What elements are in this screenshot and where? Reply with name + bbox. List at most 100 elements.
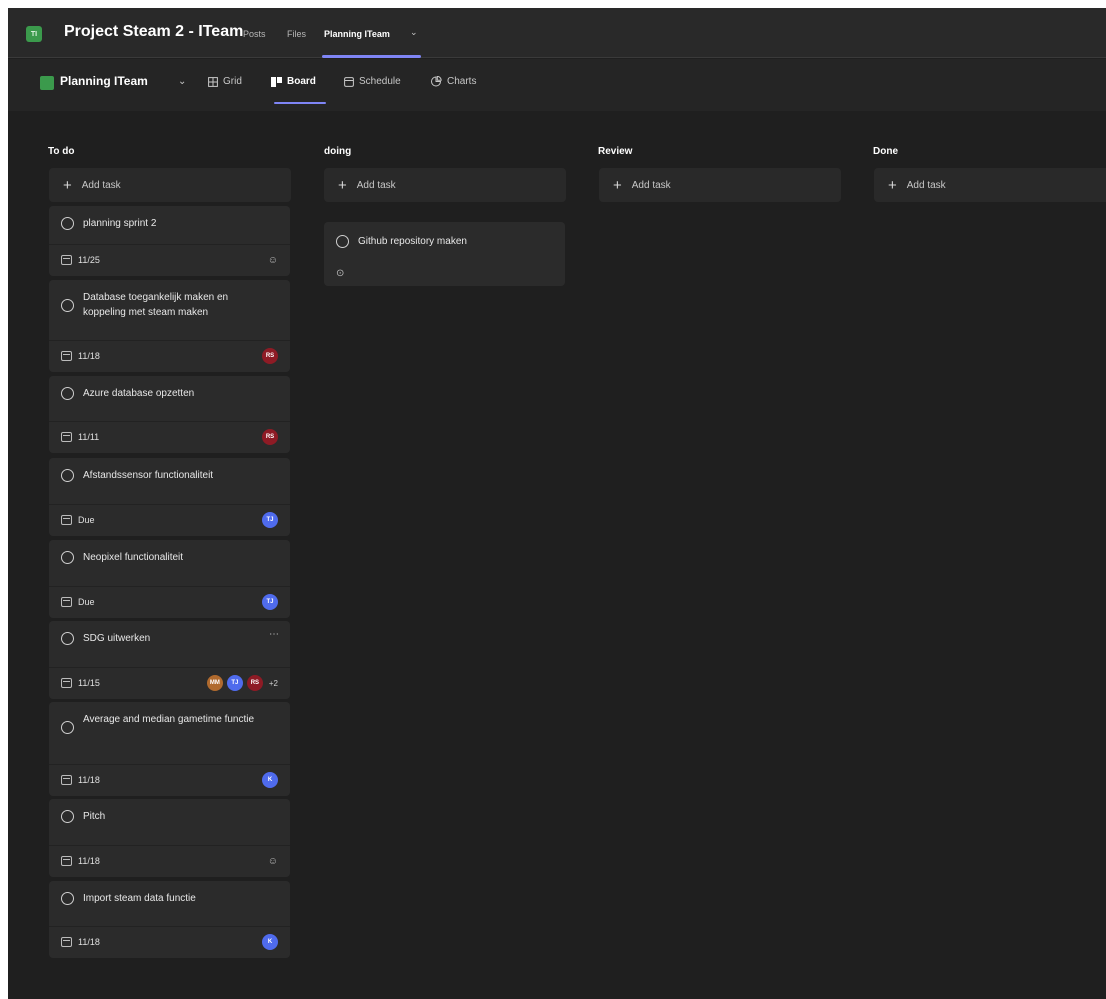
calendar-icon	[61, 255, 72, 265]
calendar-icon	[61, 432, 72, 442]
due-date: 11/25	[78, 255, 100, 265]
view-tab-grid[interactable]: Grid	[208, 76, 242, 87]
calendar-icon	[61, 937, 72, 947]
charts-icon	[431, 76, 442, 87]
team-header-bar: TI Project Steam 2 - ITeam Posts Files P…	[8, 8, 1106, 58]
complete-task-checkbox[interactable]	[61, 299, 74, 312]
complete-task-checkbox[interactable]	[61, 810, 74, 823]
complete-task-checkbox[interactable]	[61, 387, 74, 400]
complete-task-checkbox[interactable]	[61, 217, 74, 230]
due-date: 11/15	[78, 678, 100, 688]
active-tab-indicator	[322, 55, 421, 58]
complete-task-checkbox[interactable]	[336, 235, 349, 248]
avatar[interactable]: TJ	[262, 594, 278, 610]
more-options-icon[interactable]: ⋯	[269, 629, 280, 640]
view-tab-charts[interactable]: Charts	[431, 76, 476, 87]
avatar[interactable]: RS	[262, 429, 278, 445]
task-title: Azure database opzetten	[83, 388, 195, 399]
avatar[interactable]: MM	[206, 675, 223, 691]
board-icon	[271, 76, 282, 87]
due-date: 11/11	[78, 432, 100, 442]
calendar-icon	[61, 515, 72, 525]
add-task-button-doing[interactable]: + Add task	[324, 168, 566, 202]
view-tab-label: Schedule	[359, 76, 401, 87]
assign-person-icon[interactable]: ☺	[268, 255, 278, 266]
team-title: Project Steam 2 - ITeam	[64, 23, 244, 40]
complete-task-checkbox[interactable]	[61, 551, 74, 564]
task-title: Pitch	[83, 811, 106, 822]
plan-name[interactable]: Planning ITeam	[60, 74, 148, 88]
calendar-icon	[61, 678, 72, 688]
due-date: Due	[78, 597, 95, 607]
task-title: Afstandssensor functionaliteit	[83, 470, 214, 481]
plus-icon: +	[613, 176, 622, 194]
active-view-indicator	[274, 102, 326, 104]
due-date: 11/18	[78, 775, 100, 785]
column-title-done[interactable]: Done	[873, 146, 898, 157]
due-date: 11/18	[78, 856, 100, 866]
avatar[interactable]: TJ	[262, 512, 278, 528]
calendar-icon	[61, 597, 72, 607]
plus-icon: +	[63, 176, 72, 194]
due-date: 11/18	[78, 351, 100, 361]
add-task-button-todo[interactable]: + Add task	[49, 168, 291, 202]
tab-files[interactable]: Files	[287, 29, 306, 39]
task-title: Neopixel functionaliteit	[83, 552, 184, 563]
task-card[interactable]: Average and median gametime functie 11/1…	[49, 702, 290, 796]
avatar[interactable]: RS	[246, 675, 263, 691]
task-card[interactable]: Import steam data functie 11/18 K	[49, 881, 290, 958]
task-title: Github repository maken	[358, 236, 467, 247]
planner-toolbar	[8, 59, 1106, 111]
complete-task-checkbox[interactable]	[61, 469, 74, 482]
task-card[interactable]: Azure database opzetten 11/11 RS	[49, 376, 290, 453]
complete-task-checkbox[interactable]	[61, 632, 74, 645]
schedule-icon	[344, 76, 354, 87]
plan-icon	[40, 76, 54, 90]
add-task-label: Add task	[356, 179, 396, 191]
add-task-label: Add task	[906, 179, 946, 191]
chevron-down-icon[interactable]: ⌄	[410, 27, 418, 38]
task-card[interactable]: Database toegankelijk maken en koppeling…	[49, 280, 290, 372]
task-card[interactable]: Github repository maken ⊙	[324, 222, 565, 286]
view-tab-label: Charts	[447, 76, 477, 87]
task-title: Average and median gametime functie	[83, 714, 255, 725]
column-title-review[interactable]: Review	[598, 146, 632, 157]
column-title-todo[interactable]: To do	[48, 146, 74, 157]
assign-person-icon[interactable]: ☺	[268, 856, 278, 867]
task-card[interactable]: Neopixel functionaliteit Due TJ	[49, 540, 290, 618]
view-tab-label: Board	[287, 76, 316, 87]
due-date: 11/18	[78, 937, 100, 947]
task-card[interactable]: Afstandssensor functionaliteit Due TJ	[49, 458, 290, 536]
complete-task-checkbox[interactable]	[61, 721, 74, 734]
add-task-button-review[interactable]: + Add task	[599, 168, 841, 202]
chevron-down-icon[interactable]: ⌄	[178, 76, 186, 87]
task-card[interactable]: Pitch 11/18 ☺	[49, 799, 290, 877]
avatar[interactable]: K	[262, 772, 278, 788]
add-task-button-done[interactable]: + Add task	[874, 168, 1106, 202]
task-card[interactable]: planning sprint 2 11/25 ☺	[49, 206, 290, 276]
due-date: Due	[78, 515, 95, 525]
grid-icon	[208, 76, 218, 87]
avatar[interactable]: TJ	[226, 675, 243, 691]
avatar[interactable]: RS	[262, 348, 278, 364]
view-tab-schedule[interactable]: Schedule	[344, 76, 401, 87]
task-title: SDG uitwerken	[83, 633, 151, 644]
teams-window: TI Project Steam 2 - ITeam Posts Files P…	[8, 8, 1106, 999]
complete-task-checkbox[interactable]	[61, 892, 74, 905]
calendar-icon	[61, 351, 72, 361]
plus-icon: +	[338, 176, 347, 194]
add-task-label: Add task	[631, 179, 671, 191]
tab-planning[interactable]: Planning ITeam	[324, 29, 390, 39]
task-title: Database toegankelijk maken en koppeling…	[83, 292, 229, 318]
view-tab-board[interactable]: Board	[271, 76, 316, 87]
more-assignees-count[interactable]: +2	[269, 679, 278, 688]
avatar[interactable]: K	[262, 934, 278, 950]
calendar-icon	[61, 775, 72, 785]
task-card[interactable]: SDG uitwerken ⋯ 11/15 MM TJ RS +2	[49, 621, 290, 699]
team-avatar[interactable]: TI	[26, 26, 42, 42]
tab-posts[interactable]: Posts	[243, 29, 266, 39]
calendar-icon	[61, 856, 72, 866]
task-title: planning sprint 2	[83, 218, 157, 229]
column-title-doing[interactable]: doing	[324, 146, 351, 157]
comment-icon[interactable]: ⊙	[336, 268, 344, 279]
